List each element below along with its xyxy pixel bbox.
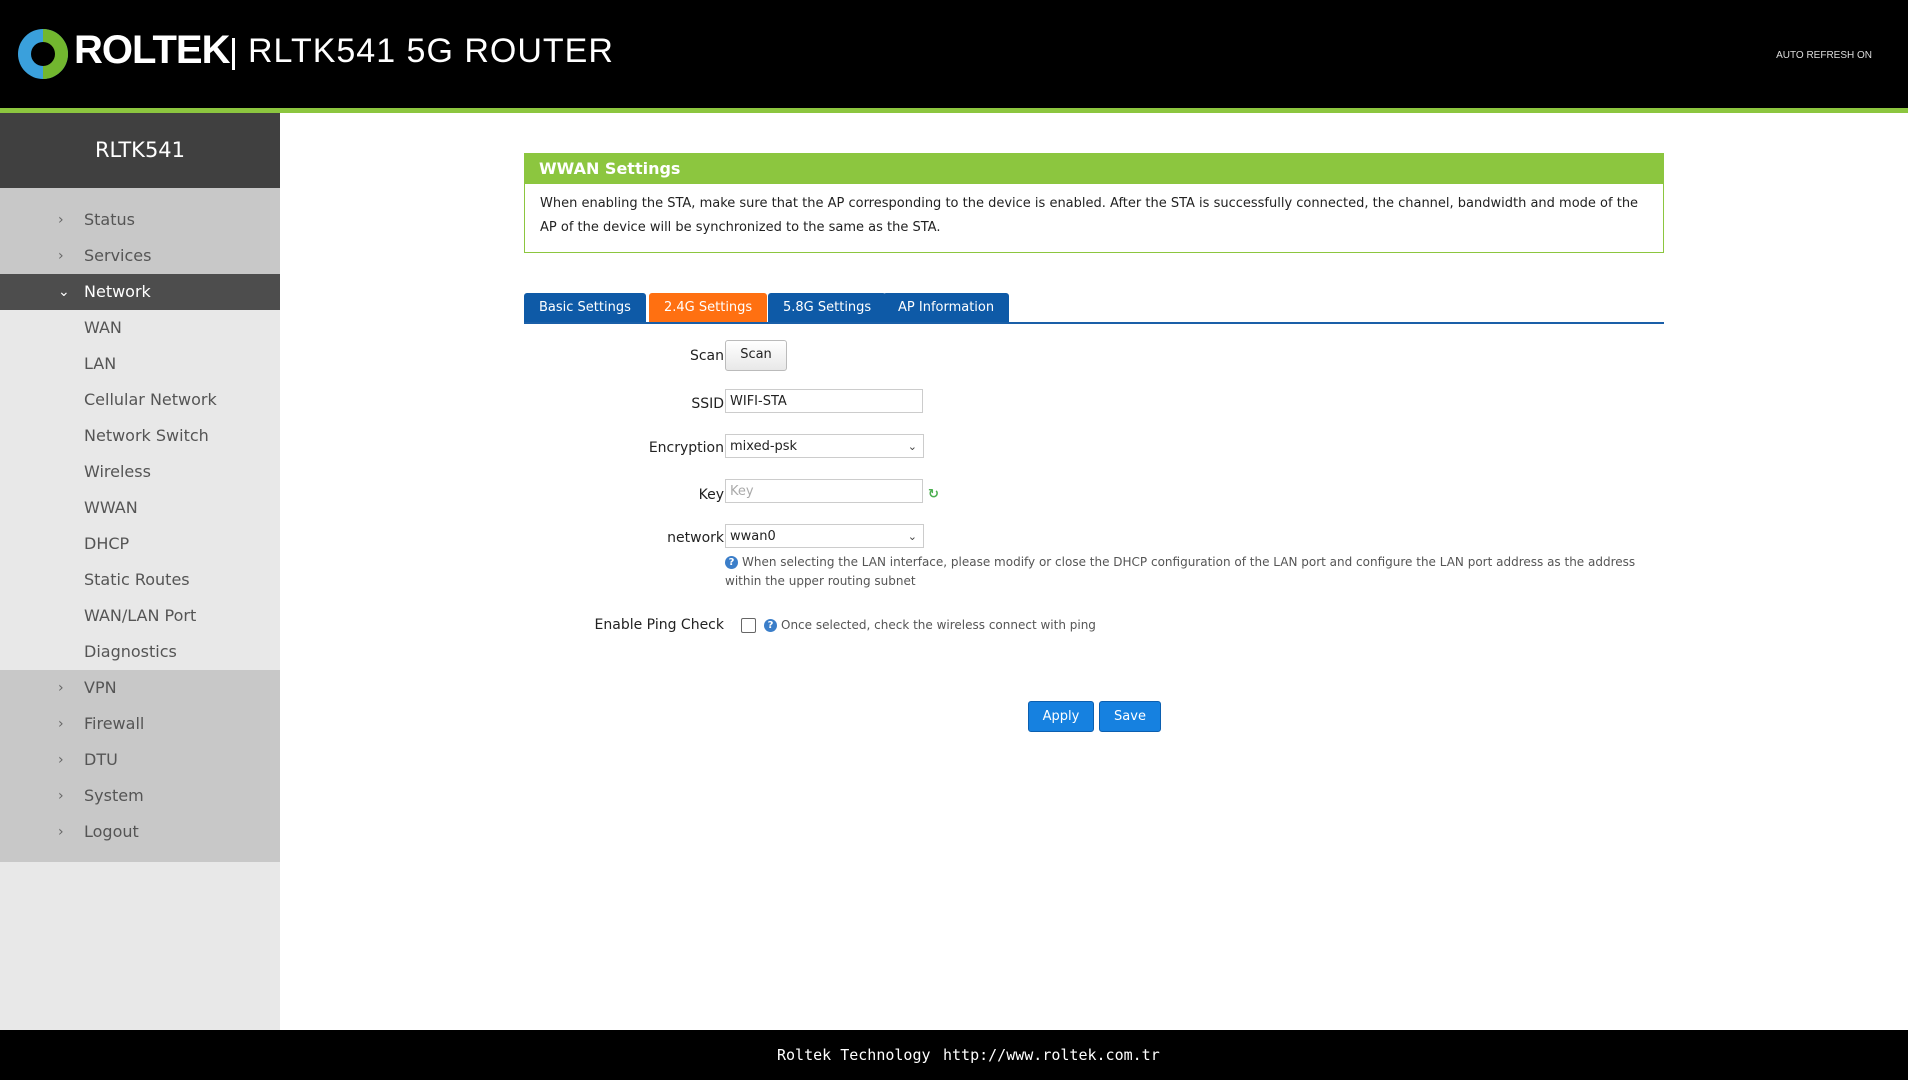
save-button[interactable]: Save xyxy=(1099,701,1161,732)
tab-basic-settings[interactable]: Basic Settings xyxy=(524,293,646,322)
apply-button[interactable]: Apply xyxy=(1028,701,1094,732)
sidebar-subitem-wan-lan-port[interactable]: WAN/LAN Port xyxy=(0,598,280,634)
footer: Roltek Technology http://www.roltek.com.… xyxy=(0,1030,1908,1080)
sidebar-item-network[interactable]: ⌄ Network xyxy=(0,274,280,310)
device-name: RLTK541 xyxy=(0,113,280,188)
network-hint: ? When selecting the LAN interface, pleas… xyxy=(725,555,1636,588)
scan-label: Scan xyxy=(689,348,724,364)
network-select[interactable]: wwan0 ⌄ xyxy=(725,524,924,548)
chevron-right-icon: › xyxy=(58,788,64,804)
ping-check-checkbox[interactable] xyxy=(741,618,756,633)
sidebar-item-vpn[interactable]: › VPN xyxy=(0,670,280,706)
footer-url[interactable]: http://www.roltek.com.tr xyxy=(943,1046,1160,1064)
main-content: WWAN Settings When enabling the STA, mak… xyxy=(280,113,1908,1030)
card-description: When enabling the STA, make sure that th… xyxy=(540,196,1639,235)
chevron-down-icon: ⌄ xyxy=(907,440,917,453)
router-title: RLTK541 5G ROUTER xyxy=(248,32,614,70)
sidebar-subitem-diagnostics[interactable]: Diagnostics xyxy=(0,634,280,670)
wwan-settings-card: WWAN Settings When enabling the STA, mak… xyxy=(524,153,1664,253)
sidebar-subitem-wireless[interactable]: Wireless xyxy=(0,454,280,490)
title-divider xyxy=(232,38,235,70)
sidebar-subitem-cellular-network[interactable]: Cellular Network xyxy=(0,382,280,418)
ping-check-label: Enable Ping Check xyxy=(594,617,724,633)
sidebar-subitem-dhcp[interactable]: DHCP xyxy=(0,526,280,562)
network-label: network xyxy=(667,530,724,546)
nav-top-group: › Status › Services ⌄ Network xyxy=(0,188,280,310)
encryption-label: Encryption xyxy=(648,440,724,456)
generate-key-icon[interactable]: ↻ xyxy=(928,487,939,502)
chevron-right-icon: › xyxy=(58,680,64,696)
sidebar-item-services[interactable]: › Services xyxy=(0,238,280,274)
ssid-label: SSID xyxy=(691,396,724,412)
sidebar-item-logout[interactable]: › Logout xyxy=(0,814,280,850)
chevron-down-icon: ⌄ xyxy=(58,284,70,300)
chevron-right-icon: › xyxy=(58,212,64,228)
sidebar-item-status[interactable]: › Status xyxy=(0,202,280,238)
sidebar-subitem-static-routes[interactable]: Static Routes xyxy=(0,562,280,598)
network-submenu: WAN LAN Cellular Network Network Switch … xyxy=(0,310,280,670)
tab-ap-information[interactable]: AP Information xyxy=(883,293,1010,322)
scan-button[interactable]: Scan xyxy=(725,340,787,371)
key-input[interactable]: Key xyxy=(725,479,923,503)
chevron-right-icon: › xyxy=(58,824,64,840)
tab-5-8g-settings[interactable]: 5.8G Settings xyxy=(768,293,887,322)
nav-bottom-group: › VPN › Firewall › DTU › System › Logout xyxy=(0,670,280,862)
sidebar-item-system[interactable]: › System xyxy=(0,778,280,814)
chevron-down-icon: ⌄ xyxy=(907,530,917,543)
key-label: Key xyxy=(698,487,724,503)
info-icon: ? xyxy=(725,556,738,569)
ssid-input[interactable]: WIFI-STA xyxy=(725,389,923,413)
sidebar: RLTK541 › Status › Services ⌄ Network WAN L… xyxy=(0,113,280,1030)
sidebar-subitem-wan[interactable]: WAN xyxy=(0,310,280,346)
sidebar-item-firewall[interactable]: › Firewall xyxy=(0,706,280,742)
tab-2-4g-settings[interactable]: 2.4G Settings xyxy=(649,293,768,322)
top-header: ROLTEK RLTK541 5G ROUTER AUTO REFRESH ON xyxy=(0,0,1908,108)
settings-tabs: Basic Settings 2.4G Settings 5.8G Settin… xyxy=(524,293,1664,324)
brand-name: ROLTEK xyxy=(74,28,230,72)
roltek-logo-icon xyxy=(18,29,68,79)
info-icon: ? xyxy=(764,619,777,632)
auto-refresh-toggle[interactable]: AUTO REFRESH ON xyxy=(1776,50,1872,61)
chevron-right-icon: › xyxy=(58,716,64,732)
ping-check-hint: ? Once selected, check the wireless conne… xyxy=(764,616,1096,635)
card-title: WWAN Settings xyxy=(525,154,1663,184)
encryption-select[interactable]: mixed-psk ⌄ xyxy=(725,434,924,458)
sidebar-item-dtu[interactable]: › DTU xyxy=(0,742,280,778)
sidebar-subitem-network-switch[interactable]: Network Switch xyxy=(0,418,280,454)
chevron-right-icon: › xyxy=(58,752,64,768)
footer-company: Roltek Technology xyxy=(777,1046,931,1064)
sidebar-subitem-wwan[interactable]: WWAN xyxy=(0,490,280,526)
chevron-right-icon: › xyxy=(58,248,64,264)
sidebar-subitem-lan[interactable]: LAN xyxy=(0,346,280,382)
